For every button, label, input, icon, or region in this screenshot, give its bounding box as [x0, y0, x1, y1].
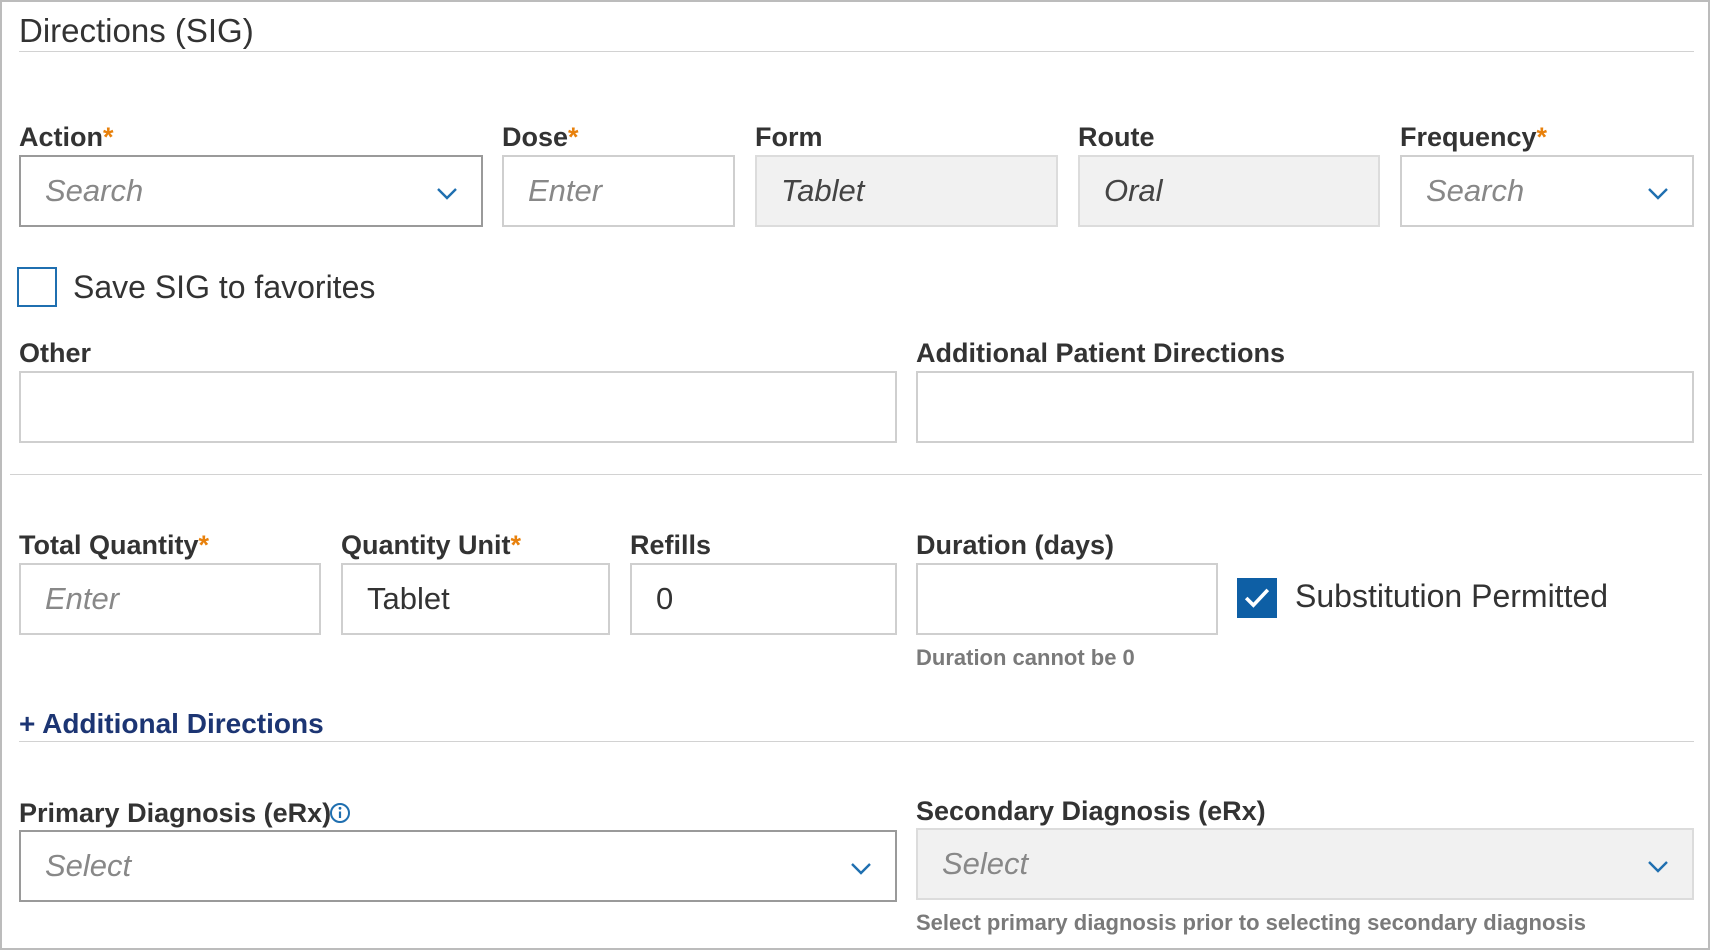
duration-label: Duration (days): [916, 530, 1115, 560]
duration-input[interactable]: [942, 565, 1216, 633]
quantity-unit-field[interactable]: Tablet: [341, 563, 610, 635]
total-quantity-input[interactable]: [45, 565, 319, 633]
refills-field[interactable]: [630, 563, 897, 635]
save-favorites-checkbox[interactable]: [17, 267, 57, 307]
route-label: Route: [1078, 122, 1155, 152]
dose-input[interactable]: [528, 157, 733, 225]
substitution-label: Substitution Permitted: [1295, 578, 1609, 614]
section-title: Directions (SIG): [19, 12, 254, 49]
additional-directions-link[interactable]: + Additional Directions: [19, 708, 324, 740]
refills-label: Refills: [630, 530, 712, 560]
quantity-unit-label: Quantity Unit*: [341, 530, 522, 560]
form-label: Form: [755, 122, 823, 152]
duration-field[interactable]: [916, 563, 1218, 635]
info-icon[interactable]: [329, 802, 351, 824]
title-divider: [19, 51, 1694, 52]
other-label: Other: [19, 338, 92, 368]
secondary-diagnosis-hint: Select primary diagnosis prior to select…: [916, 910, 1586, 935]
total-quantity-label: Total Quantity*: [19, 530, 210, 560]
frequency-label: Frequency*: [1400, 122, 1548, 152]
form-field: Tablet: [755, 155, 1058, 227]
route-value: Oral: [1104, 173, 1163, 208]
chevron-down-icon: [1648, 861, 1668, 873]
chevron-down-icon: [1648, 188, 1668, 200]
frequency-placeholder: Search: [1426, 173, 1525, 208]
frequency-select[interactable]: Search: [1400, 155, 1694, 227]
save-favorites-label: Save SIG to favorites: [73, 269, 376, 305]
additional-patient-directions-input[interactable]: [942, 373, 1692, 441]
total-quantity-field[interactable]: [19, 563, 321, 635]
secondary-diagnosis-label: Secondary Diagnosis (eRx): [916, 796, 1266, 826]
check-icon: [1244, 588, 1270, 608]
primary-diagnosis-label: Primary Diagnosis (eRx): [19, 798, 332, 828]
substitution-checkbox[interactable]: [1237, 578, 1277, 618]
chevron-down-icon: [437, 188, 457, 200]
primary-diagnosis-placeholder: Select: [45, 848, 132, 883]
form-value: Tablet: [781, 173, 865, 208]
action-select[interactable]: Search: [19, 155, 483, 227]
additional-patient-directions-field[interactable]: [916, 371, 1694, 443]
diagnosis-divider: [19, 741, 1694, 742]
route-field: Oral: [1078, 155, 1380, 227]
action-placeholder: Search: [45, 173, 144, 208]
section-divider: [10, 474, 1702, 475]
primary-diagnosis-select[interactable]: Select: [19, 830, 897, 902]
other-field[interactable]: [19, 371, 897, 443]
secondary-diagnosis-placeholder: Select: [942, 846, 1029, 881]
refills-input[interactable]: [656, 565, 895, 633]
quantity-unit-value: Tablet: [367, 581, 450, 616]
secondary-diagnosis-select: Select: [916, 828, 1694, 900]
dose-label: Dose*: [502, 122, 579, 152]
other-input[interactable]: [45, 373, 895, 441]
chevron-down-icon: [851, 863, 871, 875]
duration-hint: Duration cannot be 0: [916, 645, 1135, 670]
action-label: Action*: [19, 122, 114, 152]
directions-panel: Directions (SIG) Action* Dose* Form Rout…: [0, 0, 1710, 950]
dose-field[interactable]: [502, 155, 735, 227]
additional-patient-directions-label: Additional Patient Directions: [916, 338, 1286, 368]
